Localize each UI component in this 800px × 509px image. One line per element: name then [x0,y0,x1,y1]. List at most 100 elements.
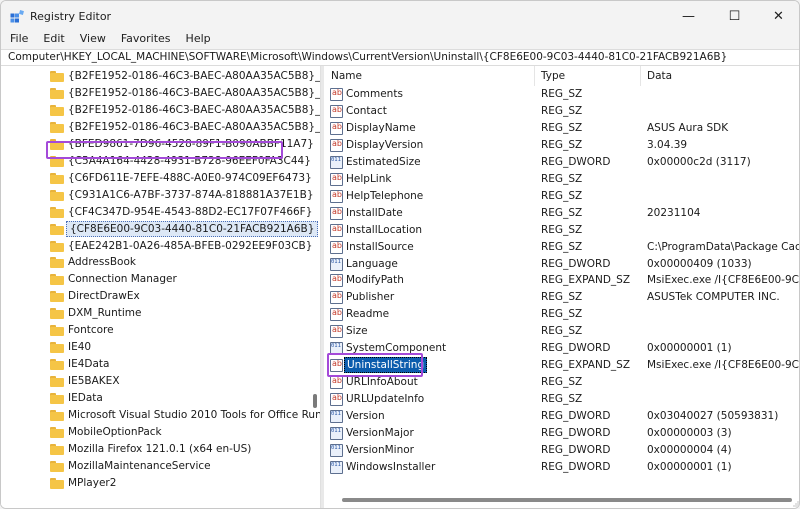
tree-item[interactable]: AddressBook [1,254,311,271]
tree-horizontal-scrollbar[interactable] [1,491,319,508]
values-scroll-thumb[interactable] [342,498,792,502]
column-header-data[interactable]: Data [647,66,672,86]
value-row[interactable]: Comments REG_SZ [324,86,799,103]
value-row[interactable]: DisplayName REG_SZ ASUS Aura SDK [324,120,799,137]
value-row[interactable]: InstallSource REG_SZ C:\ProgramData\Packag… [324,239,799,256]
string-value-icon [330,88,343,101]
tree-item[interactable]: IE4Data [1,356,311,373]
tree-item-label: Mozilla Firefox 121.0.1 (x64 en-US) [68,442,252,455]
tree-item[interactable]: {C6FD611E-7EFE-488C-A0E0-974C09EF6473} [1,170,312,187]
value-type: REG_SZ [541,325,583,338]
value-data: 0x00000003 (3) [647,427,732,439]
tree-item-label: MozillaMaintenanceService [68,459,211,472]
menu-help[interactable]: Help [177,32,217,49]
tree-item-label: DirectDrawEx [68,290,140,303]
tree-item[interactable]: IE5BAKEX [1,373,311,390]
tree-item[interactable]: MobileOptionPack [1,424,311,441]
value-row[interactable]: VersionMinor REG_DWORD 0x00000004 (4) [324,442,799,459]
tree-item[interactable]: Microsoft Visual Studio 2010 Tools for O… [1,407,320,424]
folder-icon [50,274,64,286]
menu-bar: File Edit View Favorites Help [1,32,799,49]
menu-file[interactable]: File [1,32,34,49]
folder-icon [50,342,64,354]
resize-grip-icon[interactable] [793,501,799,507]
folder-icon [50,104,64,116]
value-row[interactable]: InstallDate REG_SZ 20231104 [324,205,799,222]
menu-view[interactable]: View [71,32,112,49]
minimize-button[interactable]: — [666,1,711,32]
tree-item[interactable]: {B2FE1952-0186-46C3-BAEC-A80AA35AC5B8}_U… [1,102,320,119]
tree-item[interactable]: DirectDrawEx [1,288,311,305]
value-data: 0x00000001 (1) [647,342,732,355]
column-divider[interactable] [534,66,535,86]
value-type: REG_SZ [541,104,583,117]
folder-icon [50,393,64,405]
menu-favorites[interactable]: Favorites [112,32,177,49]
tree-item-label: {B2FE1952-0186-46C3-BAEC-A80AA35AC5B8}_V… [68,120,321,133]
tree-item-label: Fontcore [68,324,114,337]
value-row[interactable]: Language REG_DWORD 0x00000409 (1033) [324,256,799,273]
values-pane[interactable]: Name Type Data Comments REG_SZ Contact REG_… [324,66,799,508]
value-row[interactable]: HelpLink REG_SZ [324,171,799,188]
tree-item[interactable]: {B2FE1952-0186-46C3-BAEC-A80AA35AC5B8}_V… [1,119,320,136]
tree-item-label: IE40 [68,341,92,354]
value-row[interactable]: Readme REG_SZ [324,306,799,323]
folder-icon [50,443,64,455]
tree-item[interactable]: {CF8E6E00-9C03-4440-81C0-21FACB921A6B} [1,220,319,238]
tree-item-label: IE4Data [68,358,110,371]
tree-item[interactable]: MPlayer2 [1,475,311,492]
close-button[interactable]: ✕ [756,1,799,32]
tree-item[interactable]: Connection Manager [1,271,311,288]
value-row[interactable]: Size REG_SZ [324,323,799,340]
value-data: 20231104 [647,206,701,219]
value-row[interactable]: DisplayVersion REG_SZ 3.04.39 [324,137,799,154]
string-value-icon [330,308,343,322]
column-divider[interactable] [640,66,641,86]
value-data: ASUS Aura SDK [647,121,729,134]
minimize-icon: — [682,9,695,24]
value-row[interactable]: ModifyPath REG_EXPAND_SZ MsiExec.exe /I{CF… [324,272,799,289]
tree-scroll-thumb[interactable] [313,394,317,408]
values-horizontal-scrollbar[interactable] [324,491,799,508]
value-row[interactable]: Version REG_DWORD 0x03040027 (50593831) [324,408,799,425]
value-row[interactable]: Contact REG_SZ [324,103,799,120]
value-type: REG_SZ [541,240,583,253]
tree-item[interactable]: Fontcore [1,322,311,339]
tree-item[interactable]: MozillaMaintenanceService [1,458,311,475]
value-row[interactable]: HelpTelephone REG_SZ [324,188,799,205]
maximize-button[interactable]: ☐ [712,1,757,32]
column-header-type[interactable]: Type [541,66,565,86]
tree-item-label: DXM_Runtime [68,307,142,320]
tree-item[interactable]: {C931A1C6-A7BF-3737-874A-818881A37E1B} [1,187,314,204]
title-bar[interactable]: Registry Editor — ☐ ✕ [1,1,799,32]
tree-item[interactable]: {CF4C347D-954E-4543-88D2-EC17F07F466F} [1,204,312,221]
tree-item[interactable]: {EAE242B1-0A26-485A-BFEB-0292EE9F03CB} [1,238,312,255]
tree-vertical-scrollbar[interactable] [311,66,319,491]
value-row[interactable]: WindowsInstaller REG_DWORD 0x00000001 (1) [324,459,799,476]
string-value-icon [330,121,343,135]
address-path[interactable]: Computer\HKEY_LOCAL_MACHINE\SOFTWARE\Mic… [8,51,727,63]
value-row[interactable]: EstimatedSize REG_DWORD 0x00000c2d (3117) [324,154,799,171]
string-value-icon [330,240,343,254]
value-name: VersionMajor [346,427,414,439]
value-type: REG_SZ [541,138,583,151]
tree-item[interactable]: DXM_Runtime [1,305,311,322]
address-bar[interactable]: Computer\HKEY_LOCAL_MACHINE\SOFTWARE\Mic… [1,49,799,66]
tree-item[interactable]: {B2FE1952-0186-46C3-BAEC-A80AA35AC5B8}_S… [1,85,320,102]
value-row[interactable]: VersionMajor REG_DWORD 0x00000003 (3) [324,425,799,442]
value-name: InstallLocation [346,223,423,236]
key-tree-pane[interactable]: {B2FE1952-0186-46C3-BAEC-A80AA35AC5B8}_S… [1,66,321,508]
binary-value-icon [330,427,343,440]
value-name: URLUpdateInfo [346,393,425,406]
tree-item-label: {B2FE1952-0186-46C3-BAEC-A80AA35AC5B8}_S… [68,70,321,82]
tree-item[interactable]: Mozilla Firefox 121.0.1 (x64 en-US) [1,441,311,458]
tree-item[interactable]: {B2FE1952-0186-46C3-BAEC-A80AA35AC5B8}_S… [1,68,320,85]
value-row[interactable]: Publisher REG_SZ ASUSTek COMPUTER INC. [324,289,799,306]
value-row[interactable]: InstallLocation REG_SZ [324,222,799,239]
value-name: Contact [346,104,387,117]
tree-item[interactable]: IE40 [1,339,311,356]
value-row[interactable]: URLUpdateInfo REG_SZ [324,391,799,408]
tree-item[interactable]: IEData [1,390,311,407]
column-header-name[interactable]: Name [331,66,362,86]
menu-edit[interactable]: Edit [34,32,70,49]
